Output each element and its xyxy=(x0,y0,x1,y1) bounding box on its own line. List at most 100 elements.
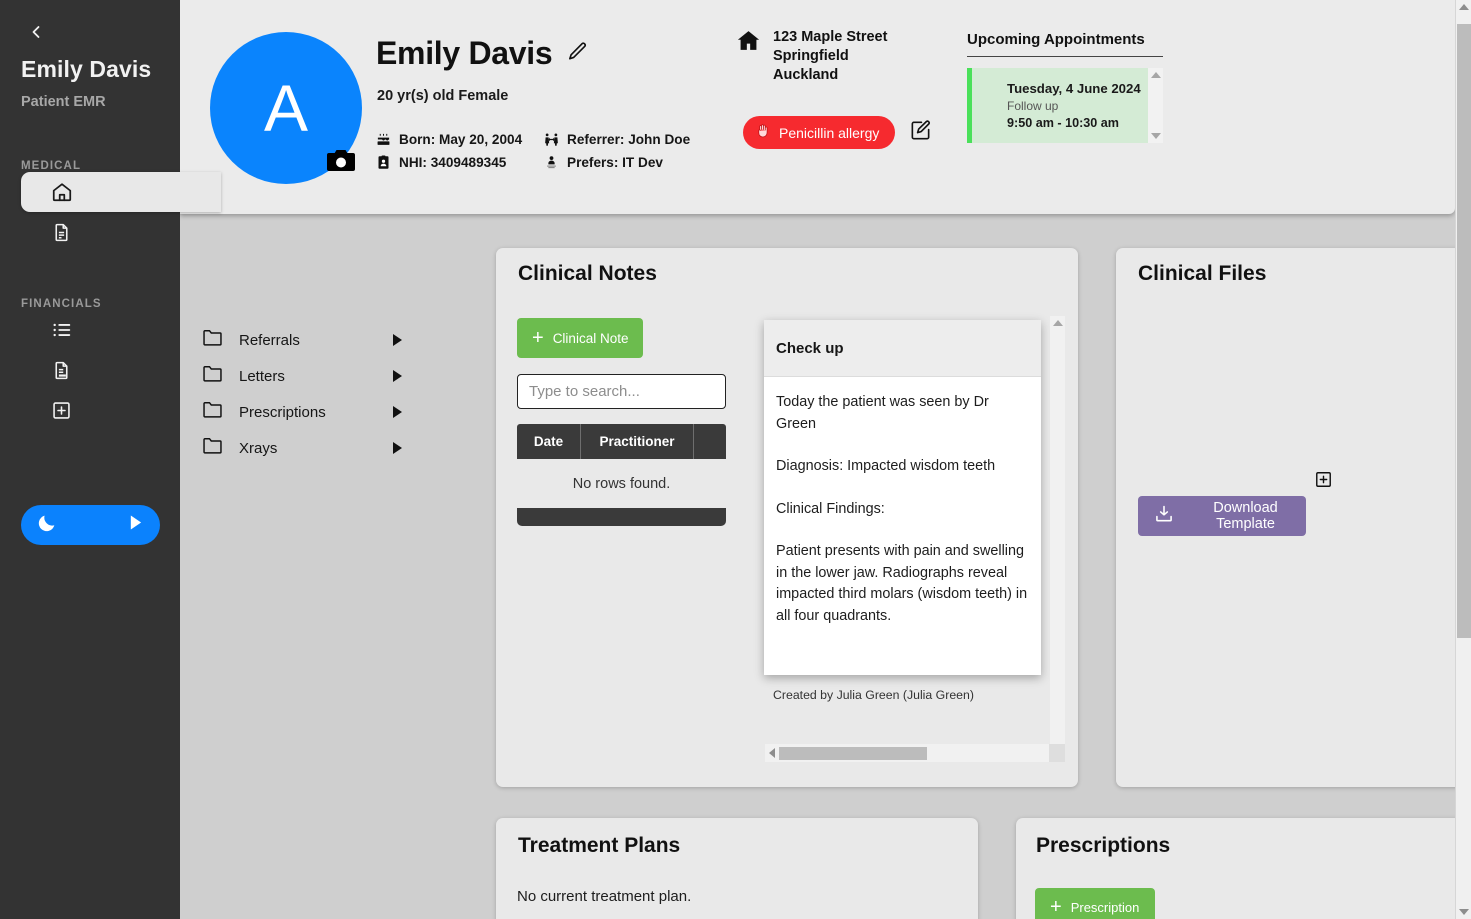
status-badge-allergy[interactable]: Penicillin allergy xyxy=(743,116,896,149)
address-lines: 123 Maple Street Springfield Auckland xyxy=(773,28,887,85)
scroll-up-icon[interactable] xyxy=(1052,320,1063,326)
sidebar-section-medical: MEDICAL xyxy=(21,160,82,172)
folder-label: Referrals xyxy=(239,331,300,349)
folder-icon xyxy=(202,400,223,424)
prescriptions-panel: Prescriptions + Prescription xyxy=(1016,818,1471,919)
theme-toggle-button[interactable] xyxy=(21,505,160,545)
allergy-label: Penicillin allergy xyxy=(779,124,880,141)
chevron-right-icon[interactable] xyxy=(393,370,402,382)
prescriptions-title: Prescriptions xyxy=(1036,834,1171,857)
edit-square-icon[interactable] xyxy=(909,119,932,147)
scroll-left-icon[interactable] xyxy=(769,748,775,758)
scroll-down-icon[interactable] xyxy=(1150,133,1161,139)
camera-icon[interactable] xyxy=(326,148,356,174)
address-line-3: Auckland xyxy=(773,67,839,83)
avatar[interactable]: A xyxy=(210,32,362,184)
divider xyxy=(967,56,1163,57)
chevron-right-icon[interactable] xyxy=(393,406,402,418)
patient-name-row: Emily Davis xyxy=(376,35,589,72)
sidebar-subtitle: Patient EMR xyxy=(21,94,106,110)
play-arrow-icon xyxy=(128,514,143,536)
notes-vertical-scrollbar[interactable] xyxy=(1050,316,1065,760)
note-preview-title: Check up xyxy=(764,320,1041,377)
home-filled-icon xyxy=(736,28,761,85)
folder-label: Prescriptions xyxy=(239,403,326,421)
folder-label: Letters xyxy=(239,367,285,385)
note-paragraph: Clinical Findings: xyxy=(776,500,885,517)
page-scrollbar[interactable] xyxy=(1455,0,1471,919)
add-folder-button[interactable] xyxy=(1314,468,1338,496)
referrer-icon xyxy=(544,132,559,147)
patient-age-gender: 20 yr(s) old Female xyxy=(377,88,509,104)
download-icon xyxy=(1154,504,1174,528)
scrollbar-thumb[interactable] xyxy=(1457,24,1471,638)
file-folder-referrals[interactable]: Referrals xyxy=(202,326,402,354)
address-line-1: 123 Maple Street xyxy=(773,29,888,45)
appointments-title: Upcoming Appointments xyxy=(967,31,1145,48)
folder-icon xyxy=(202,364,223,388)
column-header-date[interactable]: Date xyxy=(517,424,581,459)
sidebar-item-new-payment[interactable] xyxy=(21,390,180,430)
detail-prefers: Prefers: IT Dev xyxy=(544,155,690,170)
clinical-files-title: Clinical Files xyxy=(1138,262,1267,285)
sidebar-item-ledger[interactable] xyxy=(21,310,180,350)
moon-icon xyxy=(36,512,58,539)
person-icon xyxy=(544,155,559,170)
scrollbar-corner xyxy=(1049,744,1065,762)
scroll-up-icon[interactable] xyxy=(1150,72,1161,78)
chevron-right-icon[interactable] xyxy=(393,334,402,346)
detail-prefers-label: Prefers: IT Dev xyxy=(567,155,663,170)
appointment-date: Tuesday, 4 June 2024 xyxy=(1007,81,1141,96)
id-card-icon xyxy=(376,155,391,170)
add-prescription-button[interactable]: + Prescription xyxy=(1035,888,1155,919)
treatment-plans-empty: No current treatment plan. xyxy=(517,888,692,905)
note-preview-body: Today the patient was seen by Dr Green D… xyxy=(764,377,1041,627)
scroll-up-icon[interactable] xyxy=(1459,4,1469,10)
invoice-icon xyxy=(51,360,72,381)
add-clinical-note-button[interactable]: + Clinical Note xyxy=(517,318,643,358)
column-header-actions xyxy=(694,424,726,459)
folder-icon xyxy=(202,328,223,352)
table-header-row: Date Practitioner xyxy=(517,424,726,459)
download-template-label: Download Template xyxy=(1213,500,1278,532)
sidebar-patient-name: Emily Davis xyxy=(21,56,152,82)
pencil-icon[interactable] xyxy=(566,40,589,68)
clinical-note-preview[interactable]: Check up Today the patient was seen by D… xyxy=(764,320,1041,675)
note-paragraph: Today the patient was seen by Dr Green xyxy=(776,394,989,432)
sidebar-item-home[interactable] xyxy=(21,172,221,212)
hand-stop-icon xyxy=(755,123,771,142)
column-header-practitioner[interactable]: Practitioner xyxy=(581,424,694,459)
page-title: Emily Davis xyxy=(376,35,553,71)
file-folder-prescriptions[interactable]: Prescriptions xyxy=(202,398,402,426)
detail-born: Born: May 20, 2004 xyxy=(376,132,544,147)
table-empty-message: No rows found. xyxy=(572,476,671,492)
sidebar-collapse-button[interactable] xyxy=(22,18,50,46)
note-paragraph: Patient presents with pain and swelling … xyxy=(776,543,1028,624)
chevron-left-icon xyxy=(26,22,46,42)
appointment-card[interactable]: Tuesday, 4 June 2024 Follow up 9:50 am -… xyxy=(967,68,1163,143)
detail-born-label: Born: May 20, 2004 xyxy=(399,132,523,147)
download-template-button[interactable]: Download Template xyxy=(1138,496,1306,536)
sidebar-item-invoices[interactable] xyxy=(21,350,180,390)
add-box-icon xyxy=(51,400,72,421)
notes-horizontal-scrollbar[interactable] xyxy=(765,744,1065,762)
add-prescription-label: Prescription xyxy=(1070,899,1140,915)
table-footer xyxy=(517,508,726,526)
home-icon xyxy=(51,181,73,203)
file-folder-xrays[interactable]: Xrays xyxy=(202,434,402,462)
scroll-down-icon[interactable] xyxy=(1459,909,1469,915)
scrollbar-thumb[interactable] xyxy=(779,746,927,760)
appointment-time: 9:50 am - 10:30 am xyxy=(1007,116,1120,130)
search-input[interactable] xyxy=(517,374,726,409)
appointments-scrollbar[interactable] xyxy=(1148,68,1163,143)
sidebar-item-documents[interactable] xyxy=(21,212,180,252)
add-clinical-note-label: Clinical Note xyxy=(552,330,629,346)
cake-icon xyxy=(376,132,391,147)
patient-details: Born: May 20, 2004 Referrer: John Doe NH… xyxy=(376,132,690,170)
main-content: A Emily Davis 20 yr(s) old Female Born: … xyxy=(180,0,1471,919)
file-folder-letters[interactable]: Letters xyxy=(202,362,402,390)
chevron-right-icon[interactable] xyxy=(393,442,402,454)
treatment-plans-title: Treatment Plans xyxy=(518,834,681,857)
detail-referrer-label: Referrer: John Doe xyxy=(567,132,691,147)
allergy-row: Penicillin allergy xyxy=(743,116,932,149)
